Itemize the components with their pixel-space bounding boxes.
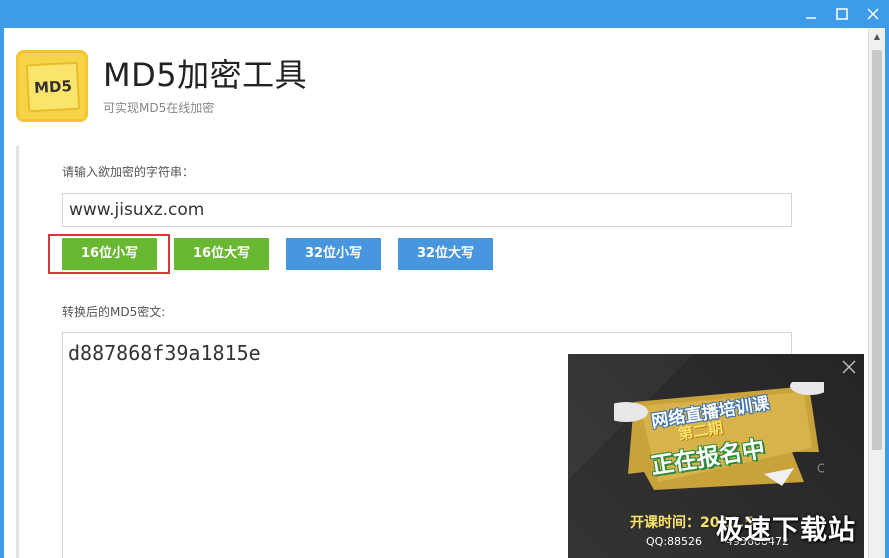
- string-input[interactable]: [62, 193, 792, 227]
- app-title: MD5加密工具: [103, 56, 308, 94]
- close-button[interactable]: [862, 5, 884, 25]
- scroll-thumb[interactable]: [872, 50, 882, 450]
- output-label: 转换后的MD5密文:: [62, 305, 166, 319]
- close-icon: [842, 360, 856, 374]
- md5-32-upper-button[interactable]: 32位大写: [398, 238, 493, 270]
- app-subtitle: 可实现MD5在线加密: [103, 101, 215, 115]
- app-logo: MD5: [16, 50, 88, 122]
- input-label: 请输入欲加密的字符串：: [62, 165, 195, 179]
- maximize-button[interactable]: [831, 5, 853, 25]
- md5-16-lower-button[interactable]: 16位小写: [62, 238, 157, 270]
- watermark: 极速下载站: [716, 515, 856, 546]
- ad-qq: QQ:88526: [646, 535, 703, 548]
- ad-close-button[interactable]: [840, 358, 858, 376]
- scroll-up-icon[interactable]: ▲: [869, 28, 885, 45]
- close-icon: [867, 8, 879, 20]
- panel-divider: [16, 146, 19, 558]
- maximize-icon: [836, 8, 848, 20]
- minimize-button[interactable]: [800, 5, 822, 25]
- minimize-icon: [806, 17, 816, 19]
- md5-16-upper-button[interactable]: 16位大写: [174, 238, 269, 270]
- md5-32-lower-button[interactable]: 32位小写: [286, 238, 381, 270]
- logo-text: MD5: [25, 61, 81, 113]
- vertical-scrollbar[interactable]: ▲: [868, 28, 885, 558]
